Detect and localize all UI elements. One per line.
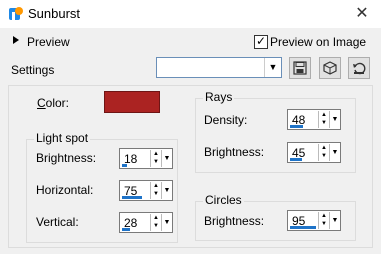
circles-brightness-spinner[interactable]: 95 ▲ ▼ ▼ [287, 210, 341, 231]
light-spot-title: Light spot [34, 131, 91, 145]
color-label: Color: [37, 96, 70, 110]
light-spot-brightness-bar [122, 164, 127, 167]
spin-up-icon[interactable]: ▲ ▼ [150, 150, 161, 167]
spin-up-icon[interactable]: ▲ ▼ [318, 212, 329, 229]
vertical-bar [122, 228, 130, 231]
spin-up-icon[interactable]: ▲ ▼ [150, 214, 161, 231]
light-spot-brightness-label: Brightness: [36, 151, 97, 165]
spin-dropdown-icon[interactable]: ▼ [329, 144, 340, 161]
spin-up-icon[interactable]: ▲ ▼ [318, 144, 329, 161]
dropdown-arrow-icon[interactable]: ▼ [264, 58, 281, 77]
density-label: Density: [204, 113, 248, 127]
window-title: Sunburst [28, 6, 81, 21]
reset-button[interactable] [348, 57, 370, 79]
spin-dropdown-icon[interactable]: ▼ [161, 182, 172, 199]
circles-brightness-label: Brightness: [204, 214, 265, 228]
rays-title: Rays [203, 90, 235, 104]
rays-brightness-spinner[interactable]: 45 ▲ ▼ ▼ [287, 142, 341, 163]
color-swatch[interactable] [104, 91, 160, 113]
light-spot-brightness-spinner[interactable]: 18 ▲ ▼ ▼ [119, 148, 173, 169]
density-spinner[interactable]: 48 ▲ ▼ ▼ [287, 109, 341, 130]
circles-title: Circles [203, 193, 244, 207]
circles-brightness-bar [290, 226, 316, 229]
spin-dropdown-icon[interactable]: ▼ [161, 214, 172, 231]
app-icon [9, 7, 23, 20]
density-bar [290, 125, 303, 128]
spin-dropdown-icon[interactable]: ▼ [329, 212, 340, 229]
reset-icon [353, 62, 366, 75]
save-preset-button[interactable] [289, 57, 311, 79]
load-preset-button[interactable] [319, 57, 341, 79]
settings-label: Settings [11, 63, 55, 77]
spin-dropdown-icon[interactable]: ▼ [329, 111, 340, 128]
preview-on-image-checkbox[interactable]: ✓ [254, 34, 268, 49]
checkbox-check-icon: ✓ [255, 34, 267, 48]
horizontal-label: Horizontal: [36, 183, 94, 197]
preview-on-image-label[interactable]: Preview on Image [270, 35, 366, 49]
preset-combobox[interactable]: ▼ [156, 57, 282, 78]
close-button[interactable]: ✕ [350, 4, 374, 24]
preview-toggle-label[interactable]: Preview [27, 35, 70, 49]
rays-brightness-bar [290, 158, 302, 161]
vertical-spinner[interactable]: 28 ▲ ▼ ▼ [119, 212, 173, 233]
spin-up-icon[interactable]: ▲ ▼ [150, 182, 161, 199]
spin-dropdown-icon[interactable]: ▼ [161, 150, 172, 167]
vertical-label: Vertical: [36, 215, 79, 229]
horizontal-spinner[interactable]: 75 ▲ ▼ ▼ [119, 180, 173, 201]
rays-brightness-label: Brightness: [204, 145, 265, 159]
close-icon: ✕ [355, 5, 369, 22]
expand-triangle-icon[interactable] [13, 36, 19, 44]
spin-up-icon[interactable]: ▲ ▼ [318, 111, 329, 128]
load-preset-icon [323, 61, 337, 75]
horizontal-bar [122, 196, 142, 199]
save-preset-icon [293, 61, 307, 75]
